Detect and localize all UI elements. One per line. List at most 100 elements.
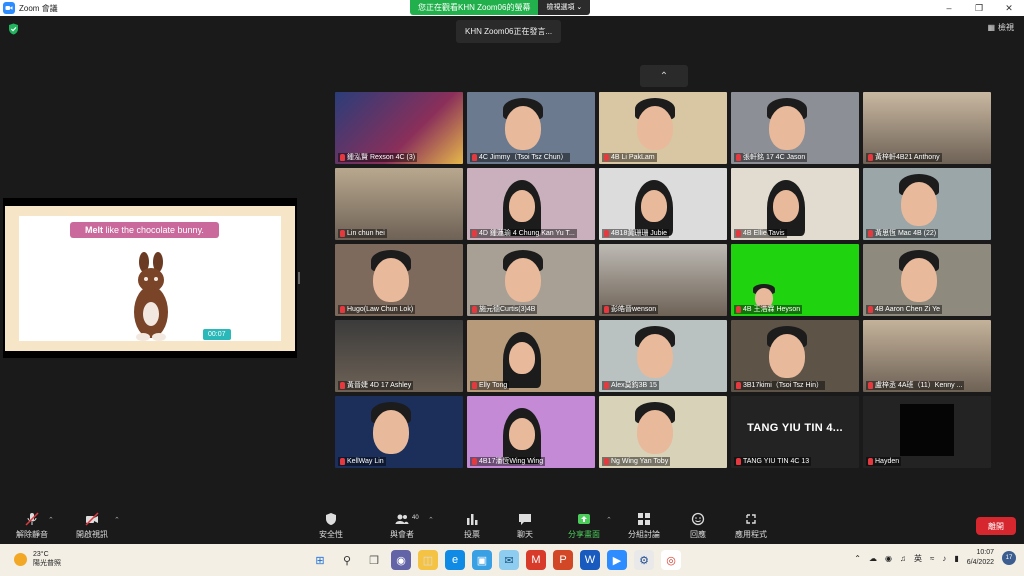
- breakout-rooms-icon: [638, 513, 650, 525]
- tray-chevron-up-icon[interactable]: ⌃: [854, 554, 861, 563]
- tray-zoom-icon[interactable]: ◉: [885, 554, 892, 563]
- teams-chat-icon[interactable]: ◉: [391, 550, 411, 570]
- volume-icon[interactable]: ♪: [942, 554, 946, 563]
- participant-tile[interactable]: Hugo(Law Chun Lok): [335, 244, 463, 316]
- participant-name: 4B17潘恆Wing Wing: [470, 457, 546, 466]
- chat-label: 聊天: [517, 530, 533, 539]
- apps-button[interactable]: 應用程式: [729, 512, 773, 540]
- audio-options-caret-icon[interactable]: ⌃: [48, 516, 54, 524]
- file-explorer-icon[interactable]: ◫: [418, 550, 438, 570]
- participant-tile[interactable]: 4B Aaron Chen Zi Ye: [863, 244, 991, 316]
- close-icon[interactable]: ✕: [994, 0, 1024, 16]
- clock[interactable]: 10:07 6/4/2022: [967, 548, 994, 568]
- unmute-label: 解除靜音: [16, 530, 48, 539]
- windows-start-icon[interactable]: ⊞: [310, 550, 330, 570]
- start-video-button[interactable]: 開啟視訊: [70, 512, 114, 540]
- start-video-label: 開啟視訊: [76, 530, 108, 539]
- store-icon[interactable]: ▣: [472, 550, 492, 570]
- chocolate-bunny-image: [134, 252, 168, 341]
- participant-tile[interactable]: 盧梓丞 4A班（11）Kenny ...: [863, 320, 991, 392]
- word-icon[interactable]: W: [580, 550, 600, 570]
- participant-face: [509, 418, 535, 450]
- participant-tile[interactable]: 4C Jimmy（Tsoi Tsz Chun）: [467, 92, 595, 164]
- panel-splitter[interactable]: [298, 272, 300, 284]
- participant-tile[interactable]: 4B17潘恆Wing Wing: [467, 396, 595, 468]
- participant-tile[interactable]: Elly Tong: [467, 320, 595, 392]
- participant-tile[interactable]: Hayden: [863, 396, 991, 468]
- collapse-gallery-button[interactable]: ⌃: [640, 65, 688, 87]
- participants-caret-icon[interactable]: ⌃: [428, 516, 434, 524]
- grid-icon: ▦: [987, 23, 995, 32]
- participant-tile[interactable]: 黃思恆 Mac 4B (22): [863, 168, 991, 240]
- weather-widget[interactable]: 23°C 陽光普照: [14, 550, 61, 568]
- edge-browser-icon[interactable]: e: [445, 550, 465, 570]
- window-controls: – ❐ ✕: [934, 0, 1024, 16]
- participant-name: Hugo(Law Chun Lok): [338, 305, 416, 314]
- participant-tile[interactable]: KellWay Lin: [335, 396, 463, 468]
- weather-desc: 陽光普照: [33, 560, 61, 567]
- system-settings-icon[interactable]: ⚙: [634, 550, 654, 570]
- participant-tile[interactable]: 黃晉婕 4D 17 Ashley: [335, 320, 463, 392]
- participant-tile[interactable]: 3B17kimi（Tsoi Tsz Hin）: [731, 320, 859, 392]
- share-options-caret-icon[interactable]: ⌃: [606, 516, 612, 524]
- task-view-icon[interactable]: ❒: [364, 550, 384, 570]
- participant-tile[interactable]: Lin chun hei: [335, 168, 463, 240]
- restore-icon[interactable]: ❐: [964, 0, 994, 16]
- cloud-icon[interactable]: ☁: [869, 554, 877, 563]
- input-language[interactable]: 英: [914, 553, 922, 564]
- participant-tile[interactable]: 黃梓軒4B21 Anthony: [863, 92, 991, 164]
- participant-face: [901, 258, 937, 302]
- shared-slide: Melt like the chocolate bunny. 00:07: [5, 206, 295, 351]
- reactions-button[interactable]: 回應: [676, 512, 720, 540]
- polls-button[interactable]: 投票: [450, 512, 494, 540]
- participant-tile[interactable]: 4B Li PakLam: [599, 92, 727, 164]
- participant-name: 張軒銘 17 4C Jason: [734, 153, 808, 162]
- participant-tile[interactable]: 施元德Curtis(3)4B: [467, 244, 595, 316]
- wifi-icon[interactable]: ≈: [930, 554, 934, 563]
- encryption-shield-icon[interactable]: [8, 23, 19, 35]
- breakout-rooms-button[interactable]: 分組討論: [622, 512, 666, 540]
- view-options-button[interactable]: 檢視選項 ⌄: [538, 0, 591, 15]
- participant-tile[interactable]: TANG YIU TIN 4... TANG YIU TIN 4C 13: [731, 396, 859, 468]
- participant-tile[interactable]: 4B18黃珊珊 Jubie: [599, 168, 727, 240]
- zoom-taskbar-icon[interactable]: ▶: [607, 550, 627, 570]
- shared-screen[interactable]: Melt like the chocolate bunny. 00:07: [3, 198, 297, 358]
- participant-face: [509, 190, 535, 222]
- minimize-icon[interactable]: –: [934, 0, 964, 16]
- notification-badge[interactable]: 17: [1002, 551, 1016, 565]
- participant-name: 施元德Curtis(3)4B: [470, 305, 538, 314]
- mcafee-icon[interactable]: M: [526, 550, 546, 570]
- participant-tile[interactable]: 彭皓晉wenson: [599, 244, 727, 316]
- mic-icon[interactable]: ♫: [900, 554, 906, 563]
- participant-tile[interactable]: 4B Ellie Tavis: [731, 168, 859, 240]
- participant-tile[interactable]: 4B 王浩霖 Heyson: [731, 244, 859, 316]
- participant-name: 鍾泓賢 Rexson 4C (3): [338, 153, 418, 162]
- mail-icon[interactable]: ✉: [499, 550, 519, 570]
- participant-tile[interactable]: Alex莫鈞3B 15: [599, 320, 727, 392]
- window-title: Zoom 會議: [19, 3, 58, 13]
- participant-tile[interactable]: 4D 鍾蓮瑜 4 Chung Kan Yu T...: [467, 168, 595, 240]
- view-toggle-button[interactable]: ▦ 檢視: [987, 22, 1014, 33]
- search-icon[interactable]: ⚲: [337, 550, 357, 570]
- share-status-text: 您正在觀看KHN Zoom06的螢幕: [410, 0, 539, 15]
- participant-name: 彭皓晉wenson: [602, 305, 659, 314]
- security-button[interactable]: 安全性: [309, 512, 353, 540]
- participant-tile[interactable]: 鍾泓賢 Rexson 4C (3): [335, 92, 463, 164]
- share-screen-button[interactable]: 分享畫面: [562, 512, 606, 540]
- video-options-caret-icon[interactable]: ⌃: [114, 516, 120, 524]
- leave-meeting-button[interactable]: 離開: [976, 517, 1016, 535]
- participant-face: [505, 258, 541, 302]
- participant-name: TANG YIU TIN 4C 13: [734, 457, 812, 466]
- participant-tile[interactable]: Ng Wing Yan Toby: [599, 396, 727, 468]
- polls-label: 投票: [464, 530, 480, 539]
- chrome-browser-icon[interactable]: ◎: [661, 550, 681, 570]
- powerpoint-icon[interactable]: P: [553, 550, 573, 570]
- participant-tile[interactable]: 張軒銘 17 4C Jason: [731, 92, 859, 164]
- participant-face: [637, 106, 673, 150]
- chat-button[interactable]: 聊天: [503, 512, 547, 540]
- battery-icon[interactable]: ▮: [954, 554, 958, 563]
- slide-caption: Melt like the chocolate bunny.: [70, 222, 219, 238]
- participant-display-name: TANG YIU TIN 4...: [747, 422, 843, 434]
- share-screen-icon: [578, 514, 590, 524]
- participant-name: Lin chun hei: [338, 229, 387, 238]
